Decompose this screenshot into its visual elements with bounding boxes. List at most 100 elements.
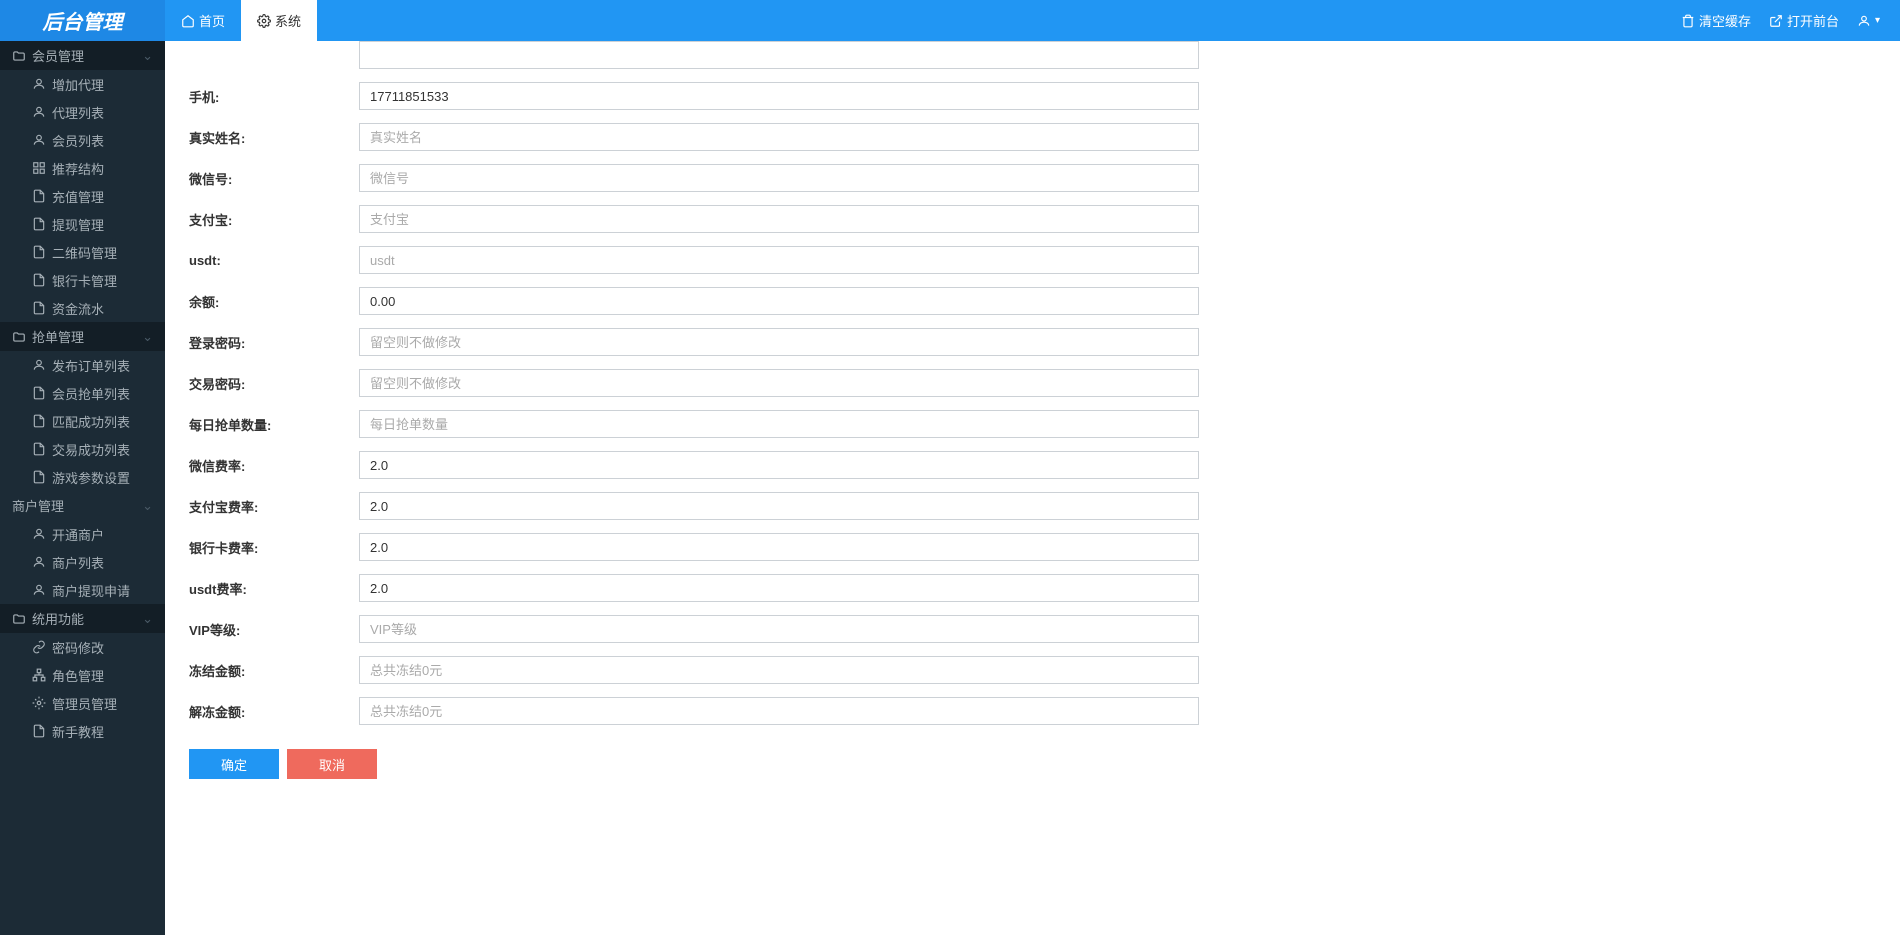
form-row-usdt-rate: usdt费率: <box>189 574 1876 602</box>
input-wechat[interactable] <box>359 164 1199 192</box>
sidebar-item-2-0[interactable]: 开通商户 <box>0 520 165 548</box>
doc-icon <box>32 442 46 456</box>
input-daily-orders[interactable] <box>359 410 1199 438</box>
sidebar-item-3-1[interactable]: 角色管理 <box>0 661 165 689</box>
form-row-trade-password: 交易密码: <box>189 369 1876 397</box>
sidebar-item-label: 游戏参数设置 <box>52 468 130 487</box>
chevron-down-icon: ⌄ <box>142 611 153 627</box>
input-login-password[interactable] <box>359 328 1199 356</box>
tab-home[interactable]: 首页 <box>165 0 241 41</box>
sidebar-item-3-3[interactable]: 新手教程 <box>0 717 165 745</box>
input-alipay[interactable] <box>359 205 1199 233</box>
sidebar-item-2-1[interactable]: 商户列表 <box>0 548 165 576</box>
input-unfreeze-amount[interactable] <box>359 697 1199 725</box>
label-wechat: 微信号: <box>189 169 359 188</box>
input-phone[interactable] <box>359 82 1199 110</box>
sidebar-item-0-2[interactable]: 会员列表 <box>0 126 165 154</box>
user-icon <box>32 133 46 147</box>
form-row-usdt: usdt: <box>189 246 1876 274</box>
sidebar-item-0-0[interactable]: 增加代理 <box>0 70 165 98</box>
sidebar-item-label: 提现管理 <box>52 215 104 234</box>
label-wechat-rate: 微信费率: <box>189 456 359 475</box>
confirm-button[interactable]: 确定 <box>189 749 279 779</box>
sidebar-item-3-2[interactable]: 管理员管理 <box>0 689 165 717</box>
tab-system[interactable]: 系统 <box>241 0 317 41</box>
sidebar-item-1-3[interactable]: 交易成功列表 <box>0 435 165 463</box>
sidebar-item-0-7[interactable]: 银行卡管理 <box>0 266 165 294</box>
cancel-button[interactable]: 取消 <box>287 749 377 779</box>
input-vip-level[interactable] <box>359 615 1199 643</box>
doc-icon <box>32 470 46 484</box>
sidebar-item-label: 开通商户 <box>52 525 104 544</box>
input-balance[interactable] <box>359 287 1199 315</box>
sidebar-group-3[interactable]: 统用功能 ⌄ <box>0 604 165 633</box>
sidebar-item-0-4[interactable]: 充值管理 <box>0 182 165 210</box>
user-icon <box>32 527 46 541</box>
clear-cache-link[interactable]: 清空缓存 <box>1681 11 1751 30</box>
input-bankcard-rate[interactable] <box>359 533 1199 561</box>
doc-icon <box>32 217 46 231</box>
chevron-down-icon: ⌄ <box>142 329 153 345</box>
form-row-top-empty <box>189 41 1876 69</box>
doc-icon <box>32 414 46 428</box>
sidebar-item-label: 匹配成功列表 <box>52 412 130 431</box>
sidebar-group-label: 统用功能 <box>32 609 84 628</box>
sidebar-item-label: 交易成功列表 <box>52 440 130 459</box>
input-trade-password[interactable] <box>359 369 1199 397</box>
label-trade-password: 交易密码: <box>189 374 359 393</box>
user-icon <box>32 555 46 569</box>
sidebar-group-2[interactable]: 商户管理⌄ <box>0 491 165 520</box>
sidebar-item-0-8[interactable]: 资金流水 <box>0 294 165 322</box>
label-login-password: 登录密码: <box>189 333 359 352</box>
sidebar-item-0-3[interactable]: 推荐结构 <box>0 154 165 182</box>
user-icon <box>32 77 46 91</box>
sidebar-item-0-5[interactable]: 提现管理 <box>0 210 165 238</box>
doc-icon <box>32 245 46 259</box>
label-freeze-amount: 冻结金额: <box>189 661 359 680</box>
label-phone: 手机: <box>189 87 359 106</box>
home-icon <box>181 14 195 28</box>
sidebar-item-0-1[interactable]: 代理列表 <box>0 98 165 126</box>
open-front-link[interactable]: 打开前台 <box>1769 11 1839 30</box>
sidebar-item-0-6[interactable]: 二维码管理 <box>0 238 165 266</box>
sidebar-item-label: 新手教程 <box>52 722 104 741</box>
sidebar-item-label: 充值管理 <box>52 187 104 206</box>
form-row-alipay-rate: 支付宝费率: <box>189 492 1876 520</box>
sidebar-item-label: 代理列表 <box>52 103 104 122</box>
label-unfreeze-amount: 解冻金额: <box>189 702 359 721</box>
input-top-empty[interactable] <box>359 41 1199 69</box>
chevron-down-icon: ⌄ <box>142 498 153 514</box>
sidebar-item-2-2[interactable]: 商户提现申请 <box>0 576 165 604</box>
folder-icon <box>12 330 26 344</box>
form-row-wechat: 微信号: <box>189 164 1876 192</box>
sidebar-group-0[interactable]: 会员管理⌄ <box>0 41 165 70</box>
external-icon <box>1769 14 1783 28</box>
sidebar-item-label: 银行卡管理 <box>52 271 117 290</box>
sidebar-item-1-0[interactable]: 发布订单列表 <box>0 351 165 379</box>
trash-icon <box>1681 14 1695 28</box>
folder-icon <box>12 49 26 63</box>
label-alipay-rate: 支付宝费率: <box>189 497 359 516</box>
user-icon <box>32 105 46 119</box>
grid-icon <box>32 161 46 175</box>
input-usdt[interactable] <box>359 246 1199 274</box>
logo: 后台管理 <box>0 0 165 41</box>
form-actions: 确定 取消 <box>189 749 1876 779</box>
input-real-name[interactable] <box>359 123 1199 151</box>
content: 手机:真实姓名:微信号:支付宝:usdt:余额:登录密码:交易密码:每日抢单数量… <box>165 41 1900 803</box>
sidebar-item-3-0[interactable]: 密码修改 <box>0 633 165 661</box>
folder-icon <box>12 612 26 626</box>
input-wechat-rate[interactable] <box>359 451 1199 479</box>
input-freeze-amount[interactable] <box>359 656 1199 684</box>
user-icon <box>1857 14 1871 28</box>
sidebar-item-1-2[interactable]: 匹配成功列表 <box>0 407 165 435</box>
sidebar-group-1[interactable]: 抢单管理⌄ <box>0 322 165 351</box>
form-row-alipay: 支付宝: <box>189 205 1876 233</box>
sidebar-item-1-4[interactable]: 游戏参数设置 <box>0 463 165 491</box>
input-alipay-rate[interactable] <box>359 492 1199 520</box>
sidebar-item-1-1[interactable]: 会员抢单列表 <box>0 379 165 407</box>
form-row-bankcard-rate: 银行卡费率: <box>189 533 1876 561</box>
user-icon <box>32 358 46 372</box>
input-usdt-rate[interactable] <box>359 574 1199 602</box>
user-menu[interactable]: ▾ <box>1857 14 1880 28</box>
